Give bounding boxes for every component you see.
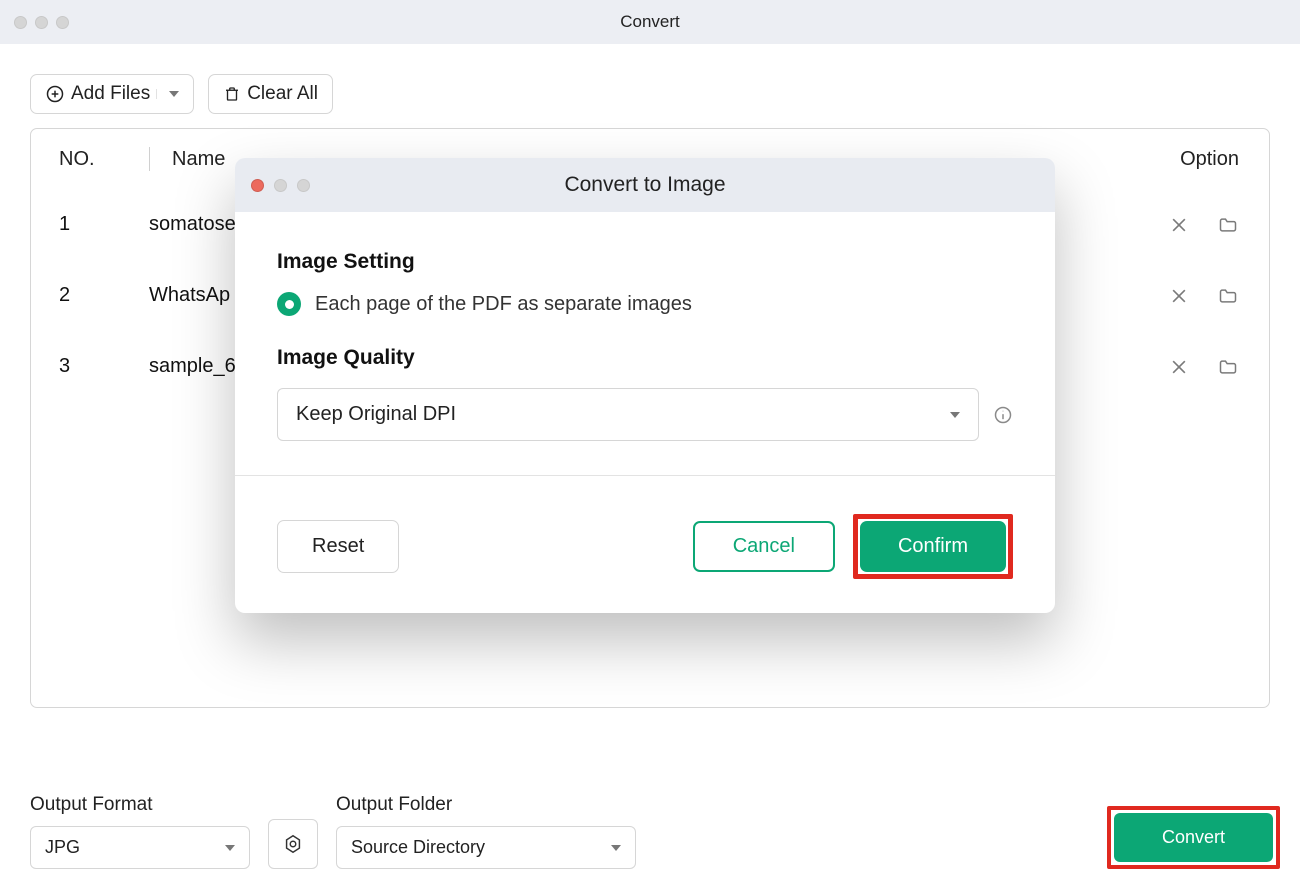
- info-icon[interactable]: [993, 405, 1013, 425]
- reset-label: Reset: [312, 535, 364, 557]
- output-folder-label: Output Folder: [336, 794, 636, 816]
- modal-separator: [235, 475, 1055, 476]
- radio-label: Each page of the PDF as separate images: [315, 293, 692, 316]
- image-setting-radio[interactable]: Each page of the PDF as separate images: [277, 292, 1013, 316]
- image-quality-value: Keep Original DPI: [296, 403, 456, 426]
- output-folder-value: Source Directory: [351, 837, 485, 858]
- convert-label: Convert: [1162, 827, 1225, 847]
- confirm-label: Confirm: [898, 535, 968, 557]
- maximize-window-icon[interactable]: [56, 16, 69, 29]
- folder-icon[interactable]: [1217, 215, 1239, 235]
- row-no: 2: [59, 284, 149, 307]
- image-quality-heading: Image Quality: [277, 346, 1013, 370]
- remove-row-icon[interactable]: [1169, 286, 1189, 306]
- modal-traffic-lights: [251, 179, 310, 192]
- confirm-highlight: Confirm: [853, 514, 1013, 579]
- chevron-down-icon: [611, 843, 621, 853]
- radio-checked-icon: [277, 292, 301, 316]
- clear-all-label: Clear All: [247, 83, 318, 105]
- clear-all-button[interactable]: Clear All: [208, 74, 333, 114]
- convert-highlight: Convert: [1107, 806, 1280, 869]
- image-quality-select[interactable]: Keep Original DPI: [277, 388, 979, 441]
- cancel-button[interactable]: Cancel: [693, 521, 835, 572]
- trash-icon: [223, 85, 241, 103]
- modal-actions: Reset Cancel Confirm: [235, 486, 1055, 613]
- modal-titlebar: Convert to Image: [235, 158, 1055, 212]
- header-separator: [149, 147, 150, 171]
- button-divider: [156, 89, 157, 99]
- output-format-value: JPG: [45, 837, 80, 858]
- chevron-down-icon: [950, 410, 960, 420]
- header-option: Option: [1109, 148, 1249, 171]
- add-files-label: Add Files: [71, 83, 150, 105]
- image-quality-row: Keep Original DPI: [277, 388, 1013, 441]
- output-format-group: Output Format JPG: [30, 794, 250, 869]
- row-no: 3: [59, 355, 149, 378]
- maximize-modal-icon[interactable]: [297, 179, 310, 192]
- modal-body: Image Setting Each page of the PDF as se…: [235, 212, 1055, 486]
- plus-circle-icon: [45, 84, 65, 104]
- image-setting-heading: Image Setting: [277, 250, 1013, 274]
- chevron-down-icon: [169, 89, 179, 99]
- convert-button[interactable]: Convert: [1114, 813, 1273, 862]
- output-folder-select[interactable]: Source Directory: [336, 826, 636, 869]
- window-titlebar: Convert: [0, 0, 1300, 44]
- chevron-down-icon: [225, 843, 235, 853]
- remove-row-icon[interactable]: [1169, 357, 1189, 377]
- modal-title: Convert to Image: [235, 173, 1055, 197]
- folder-icon[interactable]: [1217, 357, 1239, 377]
- cancel-label: Cancel: [733, 535, 795, 557]
- close-modal-icon[interactable]: [251, 179, 264, 192]
- row-no: 1: [59, 213, 149, 236]
- settings-button[interactable]: [268, 819, 318, 869]
- reset-button[interactable]: Reset: [277, 520, 399, 573]
- minimize-window-icon[interactable]: [35, 16, 48, 29]
- output-folder-group: Output Folder Source Directory: [336, 794, 636, 869]
- close-window-icon[interactable]: [14, 16, 27, 29]
- convert-to-image-modal: Convert to Image Image Setting Each page…: [235, 158, 1055, 613]
- window-title: Convert: [0, 12, 1300, 32]
- header-no: NO.: [59, 148, 149, 171]
- output-format-label: Output Format: [30, 794, 250, 816]
- minimize-modal-icon[interactable]: [274, 179, 287, 192]
- toolbar: Add Files Clear All: [0, 44, 1300, 128]
- gear-icon: [282, 833, 304, 855]
- folder-icon[interactable]: [1217, 286, 1239, 306]
- confirm-button[interactable]: Confirm: [860, 521, 1006, 572]
- traffic-lights: [14, 16, 69, 29]
- remove-row-icon[interactable]: [1169, 215, 1189, 235]
- add-files-button[interactable]: Add Files: [30, 74, 194, 114]
- output-format-select[interactable]: JPG: [30, 826, 250, 869]
- footer: Output Format JPG Output Folder Source D…: [30, 794, 1280, 869]
